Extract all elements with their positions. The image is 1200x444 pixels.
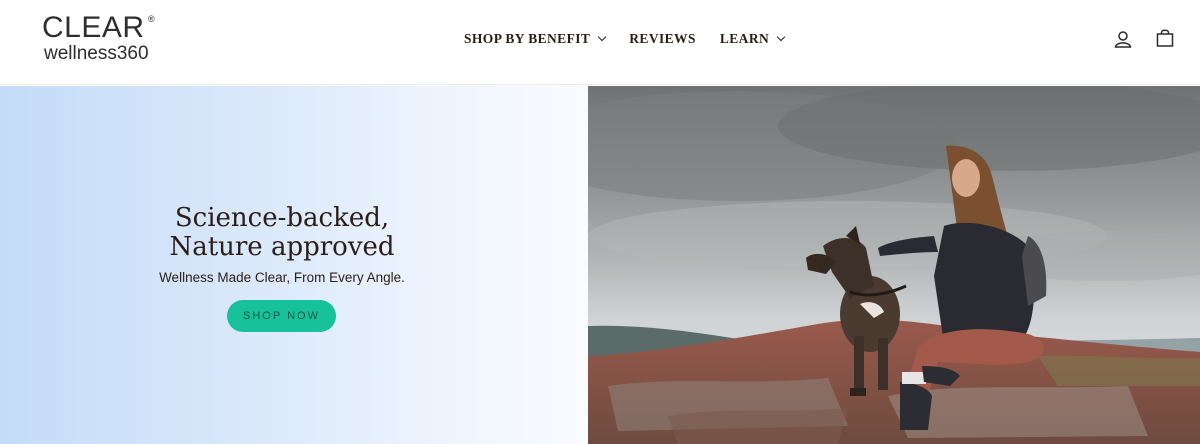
chevron-down-icon: [598, 32, 607, 42]
nav-item-reviews[interactable]: REVIEWS: [629, 31, 696, 47]
shopping-bag-icon[interactable]: [1155, 28, 1175, 48]
main-nav: SHOP BY BENEFIT REVIEWS LEARN: [464, 30, 808, 48]
registered-mark: ®: [148, 14, 155, 24]
shop-now-button[interactable]: SHOP NOW: [227, 300, 336, 332]
brand-tagline: wellness360: [44, 43, 149, 64]
hero-headline: Science-backed, Nature approved: [0, 204, 564, 262]
woman-and-dog-photo: [588, 86, 1200, 444]
hero-headline-line2: Nature approved: [169, 232, 395, 262]
hero-subheadline: Wellness Made Clear, From Every Angle.: [159, 270, 405, 285]
nav-item-shop-by-benefit[interactable]: SHOP BY BENEFIT: [464, 31, 607, 47]
brand-name: CLEAR: [42, 11, 145, 44]
account-icon[interactable]: [1113, 29, 1133, 49]
site-header: CLEAR ® wellness360 SHOP BY BENEFIT REVI…: [0, 0, 1200, 85]
hero-text-panel: Science-backed, Nature approved Wellness…: [0, 86, 588, 444]
hero-image: [588, 86, 1200, 444]
hero-headline-line1: Science-backed,: [174, 203, 390, 233]
nav-item-learn[interactable]: LEARN: [719, 31, 786, 47]
brand-logo[interactable]: CLEAR ® wellness360: [42, 12, 162, 68]
nav-item-label: REVIEWS: [629, 31, 696, 46]
nav-item-label: SHOP BY BENEFIT: [464, 31, 591, 46]
chevron-down-icon: [776, 32, 786, 42]
nav-item-label: LEARN: [719, 31, 770, 46]
